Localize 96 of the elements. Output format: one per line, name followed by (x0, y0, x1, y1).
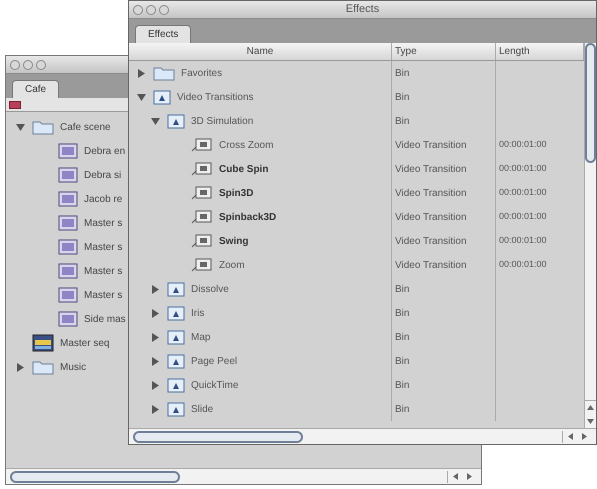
clip-icon (58, 167, 78, 183)
transition-icon (191, 233, 213, 249)
folder-icon (32, 359, 54, 375)
type-cell-text: Video Transition (395, 258, 467, 272)
bin-icon (167, 305, 185, 321)
effect-name[interactable]: Iris (191, 306, 204, 320)
clip-icon (58, 239, 78, 255)
effect-name[interactable]: Spinback3D (219, 210, 276, 224)
effect-name[interactable]: Swing (219, 234, 248, 248)
effect-name[interactable]: Video Transitions (177, 90, 254, 104)
expanded-triangle-icon[interactable] (151, 116, 160, 126)
item-name[interactable]: Debra si (84, 168, 122, 182)
item-name[interactable]: Jacob re (84, 192, 122, 206)
clip-icon (58, 143, 78, 159)
length-cell-text: 00:00:01:00 (499, 162, 547, 176)
effect-name[interactable]: Cross Zoom (219, 138, 274, 152)
collapsed-triangle-icon[interactable] (151, 380, 160, 390)
effect-name[interactable]: 3D Simulation (191, 114, 254, 128)
horizontal-scrollbar[interactable] (6, 468, 481, 484)
length-cell-text: 00:00:01:00 (499, 258, 547, 272)
type-cell-text: Bin (395, 354, 410, 368)
bin-icon (167, 401, 185, 417)
collapsed-triangle-icon[interactable] (151, 284, 160, 294)
type-cell-text: Video Transition (395, 162, 467, 176)
item-name[interactable]: Master s (84, 264, 122, 278)
effect-name[interactable]: QuickTime (191, 378, 238, 392)
effect-name[interactable]: Page Peel (191, 354, 238, 368)
type-cell-text: Video Transition (395, 234, 467, 248)
bin-icon (167, 113, 185, 129)
type-cell-text: Bin (395, 402, 410, 416)
tab[interactable]: Cafe (12, 80, 60, 98)
type-cell-text: Bin (395, 306, 410, 320)
type-cell-text: Bin (395, 378, 410, 392)
collapsed-triangle-icon[interactable] (151, 332, 160, 342)
tab[interactable]: Effects (135, 25, 192, 43)
item-name[interactable]: Master s (84, 216, 122, 230)
collapsed-triangle-icon[interactable] (137, 68, 146, 78)
transition-icon (191, 209, 213, 225)
item-name[interactable]: Debra en (84, 144, 126, 158)
type-cell-text: Bin (395, 282, 410, 296)
transition-icon (191, 161, 213, 177)
effect-name[interactable]: Dissolve (191, 282, 229, 296)
length-cell-text: 00:00:01:00 (499, 210, 547, 224)
bin-icon (167, 281, 185, 297)
type-cell-text: Bin (395, 114, 410, 128)
scroll-thumb[interactable] (133, 430, 303, 442)
expanded-triangle-icon[interactable] (137, 92, 146, 102)
bin-icon (153, 89, 171, 105)
effect-name[interactable]: Favorites (181, 66, 222, 80)
item-name[interactable]: Music (60, 360, 86, 374)
collapsed-triangle-icon[interactable] (151, 308, 160, 318)
length-cell-text: 00:00:01:00 (499, 186, 547, 200)
collapsed-triangle-icon[interactable] (16, 362, 25, 372)
item-name[interactable]: Master seq (60, 336, 110, 350)
vertical-scrollbar[interactable] (584, 43, 596, 428)
transition-icon (191, 185, 213, 201)
scroll-thumb[interactable] (10, 470, 180, 482)
type-cell-text: Video Transition (395, 138, 467, 152)
toolbar-icon[interactable] (9, 100, 21, 108)
type-cell-text: Video Transition (395, 210, 467, 224)
horizontal-scrollbar[interactable] (129, 428, 596, 444)
item-name[interactable]: Master s (84, 288, 122, 302)
clip-icon (58, 287, 78, 303)
item-name[interactable]: Cafe scene (60, 120, 111, 134)
type-cell-text: Bin (395, 330, 410, 344)
clip-icon (58, 263, 78, 279)
length-cell-text: 00:00:01:00 (499, 234, 547, 248)
window-title: Effects (346, 2, 380, 18)
effect-name[interactable]: Cube Spin (219, 162, 268, 176)
clip-icon (58, 215, 78, 231)
type-cell-text: Bin (395, 90, 410, 104)
effect-name[interactable]: Slide (191, 402, 214, 416)
folder-icon (153, 65, 175, 81)
effect-name[interactable]: Spin3D (219, 186, 254, 200)
expanded-triangle-icon[interactable] (16, 122, 25, 132)
item-name[interactable]: Side mas (84, 312, 126, 326)
bin-icon (167, 377, 185, 393)
effect-name[interactable]: Zoom (219, 258, 245, 272)
bin-icon (167, 353, 185, 369)
bin-icon (167, 329, 185, 345)
clip-icon (58, 191, 78, 207)
type-cell-text: Video Transition (395, 186, 467, 200)
type-cell-text: Bin (395, 66, 410, 80)
length-cell-text: 00:00:01:00 (499, 138, 547, 152)
effect-name[interactable]: Map (191, 330, 210, 344)
column-header[interactable]: Type (392, 43, 496, 60)
collapsed-triangle-icon[interactable] (151, 356, 160, 366)
clip-icon (58, 311, 78, 327)
item-name[interactable]: Master s (84, 240, 122, 254)
column-header[interactable]: Name (129, 43, 392, 60)
transition-icon (191, 137, 213, 153)
scroll-thumb[interactable] (585, 43, 596, 163)
folder-icon (32, 119, 54, 135)
collapsed-triangle-icon[interactable] (151, 404, 160, 414)
transition-icon (191, 257, 213, 273)
sequence-icon (32, 334, 54, 352)
